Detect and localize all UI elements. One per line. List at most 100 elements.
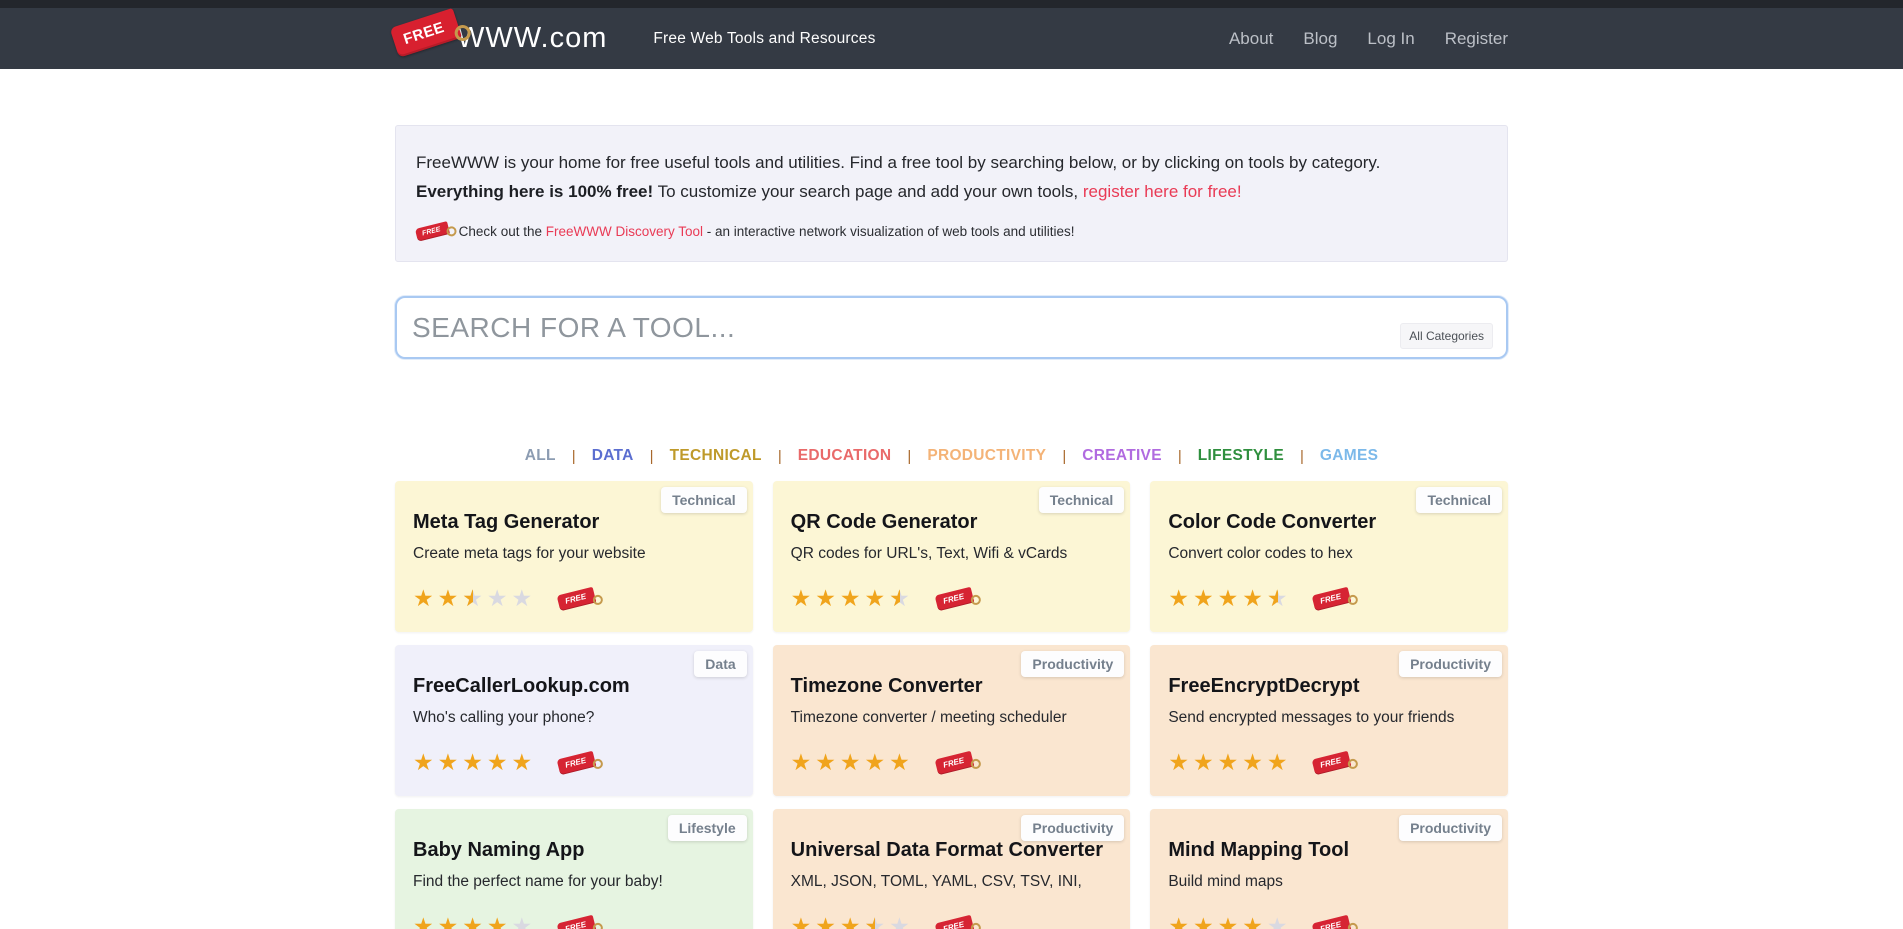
star-icon: ★ bbox=[1267, 915, 1288, 929]
star-icon: ★ bbox=[1168, 751, 1189, 774]
intro-bold: Everything here is 100% free! bbox=[416, 182, 653, 201]
category-badge: Productivity bbox=[1021, 815, 1124, 841]
star-icon: ★ bbox=[840, 915, 861, 929]
star-rating: ★★★★★ bbox=[413, 915, 536, 929]
star-icon: ★ bbox=[462, 915, 483, 929]
register-link[interactable]: register here for free! bbox=[1083, 182, 1242, 201]
intro-line-2-text: To customize your search page and add yo… bbox=[653, 182, 1083, 201]
tool-description: Create meta tags for your website bbox=[413, 545, 735, 563]
category-badge: Productivity bbox=[1021, 651, 1124, 677]
star-icon: ★ bbox=[413, 751, 434, 774]
category-tabs: ALL | DATA | TECHNICAL | EDUCATION | PRODUCTIVIT… bbox=[395, 447, 1508, 465]
card-bottom: ★★★★★ FREE bbox=[413, 587, 735, 610]
star-rating: ★★★★★ bbox=[413, 751, 536, 774]
star-icon: ★ bbox=[865, 915, 886, 929]
star-icon: ★ bbox=[815, 587, 836, 610]
tab-separator: | bbox=[1062, 448, 1066, 465]
header: FREE WWW.com Free Web Tools and Resource… bbox=[0, 8, 1903, 69]
page: FREE WWW.com Free Web Tools and Resource… bbox=[0, 0, 1903, 929]
star-icon: ★ bbox=[1218, 915, 1239, 929]
tab-creative[interactable]: CREATIVE bbox=[1080, 447, 1164, 465]
tool-description: QR codes for URL's, Text, Wifi & vCards bbox=[791, 545, 1113, 563]
search-input[interactable] bbox=[397, 312, 1506, 344]
star-icon: ★ bbox=[413, 915, 434, 929]
card-bottom: ★★★★★ FREE bbox=[791, 751, 1113, 774]
tool-title: FreeCallerLookup.com bbox=[413, 675, 735, 698]
star-icon: ★ bbox=[889, 751, 910, 774]
star-icon: ★ bbox=[815, 915, 836, 929]
tool-card[interactable]: Productivity Timezone Converter Timezone… bbox=[773, 645, 1131, 796]
star-rating: ★★★★★ bbox=[791, 751, 914, 774]
star-icon: ★ bbox=[865, 587, 886, 610]
star-icon: ★ bbox=[438, 587, 459, 610]
tab-education[interactable]: EDUCATION bbox=[796, 447, 894, 465]
nav-link-log-in[interactable]: Log In bbox=[1367, 29, 1414, 49]
star-icon: ★ bbox=[512, 587, 533, 610]
star-rating: ★★★★★ bbox=[1168, 751, 1291, 774]
tool-card[interactable]: Lifestyle Baby Naming App Find the perfe… bbox=[395, 809, 753, 929]
tool-description: Send encrypted messages to your friends bbox=[1168, 709, 1490, 727]
card-bottom: ★★★★★ FREE bbox=[791, 587, 1113, 610]
tab-separator: | bbox=[1178, 448, 1182, 465]
free-tag-icon: FREE bbox=[557, 914, 597, 929]
free-tag-icon: FREE bbox=[1312, 586, 1352, 611]
nav-link-register[interactable]: Register bbox=[1445, 29, 1508, 49]
site-logo[interactable]: FREE WWW.com bbox=[395, 22, 607, 55]
star-icon: ★ bbox=[512, 915, 533, 929]
tab-technical[interactable]: TECHNICAL bbox=[668, 447, 764, 465]
card-bottom: ★★★★★ FREE bbox=[791, 915, 1113, 929]
tool-description: Build mind maps bbox=[1168, 873, 1490, 891]
star-icon: ★ bbox=[1218, 751, 1239, 774]
star-icon: ★ bbox=[413, 587, 434, 610]
star-icon: ★ bbox=[512, 751, 533, 774]
star-icon: ★ bbox=[1242, 915, 1263, 929]
tool-title: Mind Mapping Tool bbox=[1168, 839, 1490, 862]
category-badge: Technical bbox=[1416, 487, 1502, 513]
category-dropdown[interactable]: All Categories bbox=[1400, 323, 1493, 349]
star-icon: ★ bbox=[840, 587, 861, 610]
star-rating: ★★★★★ bbox=[791, 587, 914, 610]
tab-separator: | bbox=[1300, 448, 1304, 465]
tab-productivity[interactable]: PRODUCTIVITY bbox=[925, 447, 1048, 465]
star-icon: ★ bbox=[889, 587, 910, 610]
tool-title: Meta Tag Generator bbox=[413, 511, 735, 534]
star-icon: ★ bbox=[791, 751, 812, 774]
tab-separator: | bbox=[778, 448, 782, 465]
star-icon: ★ bbox=[1168, 587, 1189, 610]
category-badge: Productivity bbox=[1399, 815, 1502, 841]
tool-card[interactable]: Technical Meta Tag Generator Create meta… bbox=[395, 481, 753, 632]
star-icon: ★ bbox=[1193, 915, 1214, 929]
category-badge: Data bbox=[694, 651, 746, 677]
free-tag-icon: FREE bbox=[1312, 914, 1352, 929]
star-icon: ★ bbox=[815, 751, 836, 774]
star-icon: ★ bbox=[487, 587, 508, 610]
tab-games[interactable]: GAMES bbox=[1318, 447, 1380, 465]
tool-card[interactable]: Technical Color Code Converter Convert c… bbox=[1150, 481, 1508, 632]
tab-all[interactable]: ALL bbox=[523, 447, 558, 465]
star-icon: ★ bbox=[889, 915, 910, 929]
free-tag-icon: FREE bbox=[934, 914, 974, 929]
tab-data[interactable]: DATA bbox=[590, 447, 636, 465]
discovery-tool-link[interactable]: FreeWWW Discovery Tool bbox=[546, 224, 703, 239]
tool-card[interactable]: Technical QR Code Generator QR codes for… bbox=[773, 481, 1131, 632]
brand-name: WWW.com bbox=[457, 22, 607, 55]
nav-link-blog[interactable]: Blog bbox=[1303, 29, 1337, 49]
free-tag-icon: FREE bbox=[557, 750, 597, 775]
tool-card[interactable]: Productivity FreeEncryptDecrypt Send enc… bbox=[1150, 645, 1508, 796]
free-tag-icon: FREE bbox=[934, 586, 974, 611]
tool-card[interactable]: Data FreeCallerLookup.com Who's calling … bbox=[395, 645, 753, 796]
card-bottom: ★★★★★ FREE bbox=[413, 751, 735, 774]
star-icon: ★ bbox=[791, 587, 812, 610]
nav-link-about[interactable]: About bbox=[1229, 29, 1273, 49]
star-icon: ★ bbox=[1168, 915, 1189, 929]
tool-card[interactable]: Productivity Universal Data Format Conve… bbox=[773, 809, 1131, 929]
star-icon: ★ bbox=[487, 751, 508, 774]
star-icon: ★ bbox=[487, 915, 508, 929]
intro-line-3: FREE Check out the FreeWWW Discovery Too… bbox=[416, 224, 1487, 239]
card-bottom: ★★★★★ FREE bbox=[413, 915, 735, 929]
tool-description: XML, JSON, TOML, YAML, CSV, TSV, INI, bbox=[791, 873, 1113, 891]
tool-title: FreeEncryptDecrypt bbox=[1168, 675, 1490, 698]
tab-lifestyle[interactable]: LIFESTYLE bbox=[1196, 447, 1286, 465]
tool-card[interactable]: Productivity Mind Mapping Tool Build min… bbox=[1150, 809, 1508, 929]
search-bar: All Categories bbox=[395, 296, 1508, 359]
